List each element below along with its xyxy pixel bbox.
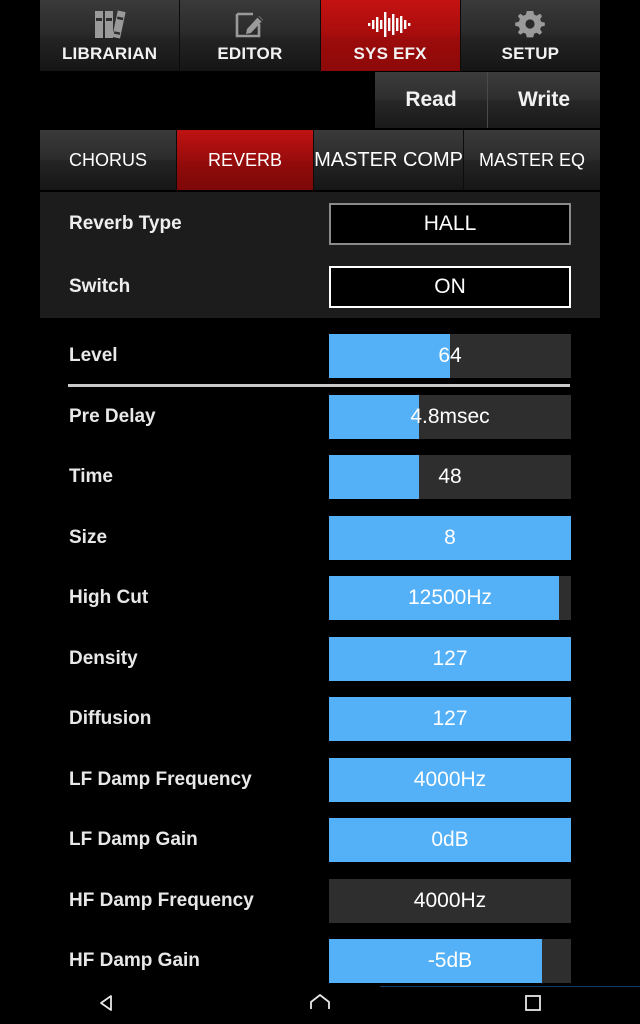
- read-write-bar: Read Write: [375, 72, 600, 128]
- nav-back-button[interactable]: [77, 986, 137, 1024]
- slider-label: Pre Delay: [69, 405, 156, 427]
- slider-label: LF Damp Frequency: [69, 768, 252, 790]
- slider-label: Level: [69, 345, 118, 367]
- slider-value: 0dB: [431, 828, 469, 852]
- slider-value: -5dB: [427, 949, 473, 973]
- slider-row[interactable]: HF Damp Gain -5dB: [40, 931, 600, 992]
- slider-row[interactable]: Size 8: [40, 508, 600, 569]
- slider-track[interactable]: 127: [329, 697, 571, 742]
- sub-tab-chorus[interactable]: CHORUS: [40, 130, 178, 190]
- slider-row[interactable]: LF Damp Gain 0dB: [40, 810, 600, 871]
- slider-value: 4.8msec: [410, 404, 490, 428]
- slider-track[interactable]: 127: [329, 636, 571, 681]
- sub-tab-reverb[interactable]: REVERB: [177, 130, 315, 190]
- main-tab-librarian-label: LIBRARIAN: [61, 44, 158, 63]
- slider-row[interactable]: Diffusion 127: [40, 689, 600, 750]
- slider-value: 4000Hz: [413, 888, 487, 912]
- header-parameter-panel: Reverb Type HALL Switch ON: [40, 192, 600, 318]
- nav-home-button[interactable]: [290, 986, 350, 1024]
- slider-label: Diffusion: [69, 708, 152, 730]
- sub-tab-master-comp[interactable]: MASTER COMP: [314, 130, 464, 190]
- slider-row[interactable]: High Cut 12500Hz: [40, 568, 600, 629]
- slider-value: 127: [432, 646, 468, 670]
- slider-label: HF Damp Gain: [69, 950, 200, 972]
- parameter-slider-list[interactable]: Level 64 Pre Delay 4.8msec Time 48 Size 8 High C…: [40, 326, 600, 986]
- books-icon: [93, 5, 127, 43]
- switch-value[interactable]: ON: [329, 265, 571, 308]
- main-tab-editor-label: EDITOR: [217, 44, 283, 63]
- main-tab-editor[interactable]: EDITOR: [180, 0, 321, 71]
- slider-track[interactable]: 4.8msec: [329, 394, 571, 439]
- slider-value: 127: [432, 707, 468, 731]
- sub-tab-bar: CHORUS REVERB MASTER COMP MASTER EQ: [40, 130, 600, 190]
- switch-label: Switch: [69, 275, 131, 297]
- slider-row[interactable]: Pre Delay 4.8msec: [40, 387, 600, 448]
- home-icon: [309, 993, 331, 1018]
- recents-square-icon: [524, 994, 542, 1017]
- slider-label: LF Damp Gain: [69, 829, 198, 851]
- slider-row[interactable]: LF Damp Frequency 4000Hz: [40, 750, 600, 811]
- slider-track[interactable]: 0dB: [329, 818, 571, 863]
- slider-track[interactable]: 4000Hz: [329, 757, 571, 802]
- slider-value: 48: [438, 465, 462, 489]
- sub-tab-master-eq[interactable]: MASTER EQ: [463, 130, 600, 190]
- slider-value: 4000Hz: [413, 767, 487, 791]
- slider-track[interactable]: 4000Hz: [329, 878, 571, 923]
- slider-track[interactable]: 8: [329, 515, 571, 560]
- slider-label: Size: [69, 526, 108, 548]
- reverb-type-row: Reverb Type HALL: [40, 192, 600, 255]
- slider-row[interactable]: Density 127: [40, 629, 600, 690]
- slider-label: Density: [69, 647, 138, 669]
- slider-label: High Cut: [69, 587, 149, 609]
- gear-icon: [513, 5, 547, 43]
- back-triangle-icon: [97, 993, 117, 1018]
- main-tab-bar: LIBRARIAN EDITOR SYS EFX SETUP: [40, 0, 600, 71]
- main-tab-sys-efx-label: SYS EFX: [353, 44, 427, 63]
- main-tab-setup-label: SETUP: [501, 44, 560, 63]
- slider-track[interactable]: 48: [329, 455, 571, 500]
- slider-label: HF Damp Frequency: [69, 889, 254, 911]
- slider-track[interactable]: 12500Hz: [329, 576, 571, 621]
- write-button[interactable]: Write: [488, 72, 600, 128]
- reverb-type-value[interactable]: HALL: [329, 202, 571, 245]
- main-tab-sys-efx[interactable]: SYS EFX: [320, 0, 461, 71]
- app-root: LIBRARIAN EDITOR SYS EFX SETUP Read Writ…: [0, 0, 640, 1024]
- waveform-icon: [367, 5, 413, 43]
- pencil-square-icon: [233, 5, 267, 43]
- main-tab-setup[interactable]: SETUP: [460, 0, 600, 71]
- slider-track[interactable]: 64: [329, 334, 571, 379]
- slider-value: 8: [444, 525, 456, 549]
- slider-value: 64: [438, 344, 462, 368]
- reverb-type-label: Reverb Type: [69, 212, 182, 234]
- android-nav-bar: [0, 986, 640, 1024]
- nav-recents-button[interactable]: [503, 986, 563, 1024]
- slider-label: Time: [69, 466, 114, 488]
- slider-track[interactable]: -5dB: [329, 939, 571, 984]
- switch-row: Switch ON: [40, 255, 600, 318]
- slider-row[interactable]: HF Damp Frequency 4000Hz: [40, 871, 600, 932]
- slider-row[interactable]: Level 64: [40, 326, 600, 387]
- read-button[interactable]: Read: [375, 72, 488, 128]
- slider-row[interactable]: Time 48: [40, 447, 600, 508]
- main-tab-librarian[interactable]: LIBRARIAN: [40, 0, 181, 71]
- slider-value: 12500Hz: [407, 586, 493, 610]
